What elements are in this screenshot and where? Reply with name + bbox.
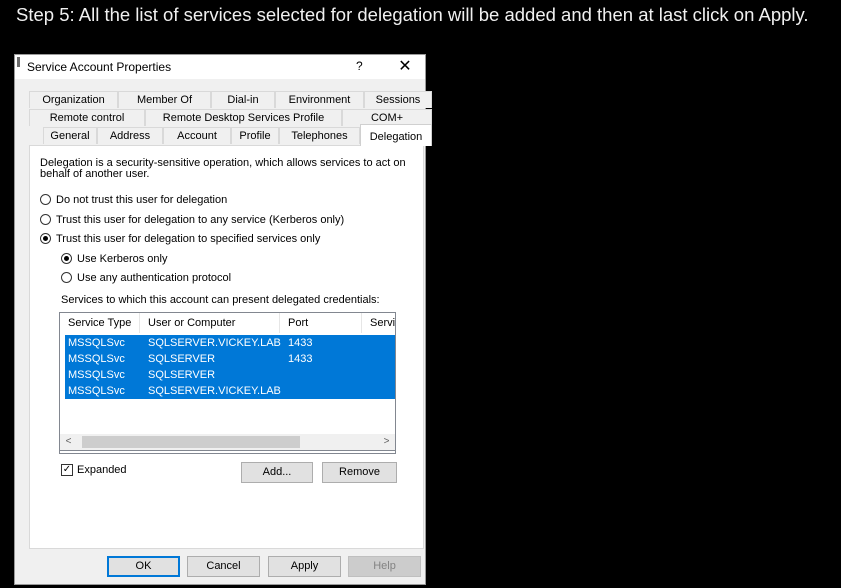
expanded-checkbox-row[interactable]: ✓ Expanded [61, 464, 127, 476]
radio-use-kerberos-only[interactable]: Use Kerberos only [61, 251, 168, 266]
scroll-left-icon[interactable]: < [60, 434, 77, 450]
cell-port: 1433 [288, 337, 313, 349]
column-header-service[interactable]: Servic [362, 313, 395, 333]
services-list[interactable]: Service Type User or Computer Port Servi… [59, 312, 396, 454]
radio-trust-specified-services[interactable]: Trust this user for delegation to specif… [40, 231, 320, 246]
expanded-checkbox[interactable]: ✓ [61, 464, 73, 476]
help-button[interactable]: Help [348, 556, 421, 577]
expanded-label: Expanded [77, 464, 127, 476]
step-caption: Step 5: All the list of services selecte… [16, 4, 809, 25]
tab-row-3: General Address Account Profile Telephon… [29, 124, 432, 146]
window-icon [17, 57, 20, 67]
column-header-port[interactable]: Port [280, 313, 362, 333]
tab-member-of[interactable]: Member Of [118, 91, 211, 108]
tab-sessions[interactable]: Sessions [364, 91, 432, 108]
tab-account[interactable]: Account [163, 127, 231, 144]
services-label: Services to which this account can prese… [61, 294, 380, 306]
column-header-service-type[interactable]: Service Type [60, 313, 140, 333]
scrollbar-thumb[interactable] [82, 436, 300, 448]
tab-address[interactable]: Address [97, 127, 163, 144]
radio-button-selected[interactable] [61, 253, 72, 264]
radio-button[interactable] [40, 194, 51, 205]
tab-remote-control[interactable]: Remote control [29, 109, 145, 126]
delegation-description: Delegation is a security-sensitive opera… [40, 157, 406, 180]
radio-do-not-trust[interactable]: Do not trust this user for delegation [40, 192, 227, 207]
cell-user-or-computer: SQLSERVER.VICKEY.LAB [148, 337, 281, 349]
radio-label: Do not trust this user for delegation [56, 193, 228, 206]
ok-button[interactable]: OK [107, 556, 180, 577]
cell-port: 1433 [288, 353, 313, 365]
tab-environment[interactable]: Environment [275, 91, 364, 108]
column-header-user-or-computer[interactable]: User or Computer [140, 313, 280, 333]
radio-button-selected[interactable] [40, 233, 51, 244]
tab-general[interactable]: General [43, 127, 97, 144]
radio-button[interactable] [61, 272, 72, 283]
radio-label: Trust this user for delegation to specif… [56, 232, 321, 245]
table-row[interactable]: MSSQLSvc SQLSERVER [65, 367, 395, 383]
radio-label: Trust this user for delegation to any se… [56, 213, 345, 226]
cell-service-type: MSSQLSvc [68, 353, 125, 365]
radio-button[interactable] [40, 214, 51, 225]
radio-label: Use Kerberos only [77, 252, 168, 265]
cell-user-or-computer: SQLSERVER [148, 353, 216, 365]
cancel-button[interactable]: Cancel [187, 556, 260, 577]
table-row[interactable]: MSSQLSvc SQLSERVER.VICKEY.LAB [65, 383, 395, 399]
horizontal-scrollbar[interactable]: < > [59, 434, 396, 451]
tab-dial-in[interactable]: Dial-in [211, 91, 275, 108]
tab-remote-desktop-services-profile[interactable]: Remote Desktop Services Profile [145, 109, 342, 126]
close-icon[interactable]: ✕ [395, 56, 415, 76]
cell-user-or-computer: SQLSERVER.VICKEY.LAB [148, 385, 281, 397]
tab-profile[interactable]: Profile [231, 127, 279, 144]
tab-row-1: Organization Member Of Dial-in Environme… [29, 91, 432, 108]
tab-organization[interactable]: Organization [29, 91, 118, 108]
tab-delegation[interactable]: Delegation [360, 124, 432, 146]
dialog-title: Service Account Properties [27, 60, 172, 74]
table-row[interactable]: MSSQLSvc SQLSERVER.VICKEY.LAB 1433 [65, 335, 395, 351]
service-account-properties-dialog: Service Account Properties ? ✕ Organizat… [14, 54, 432, 585]
cell-user-or-computer: SQLSERVER [148, 369, 216, 381]
scroll-right-icon[interactable]: > [378, 434, 395, 450]
tab-telephones[interactable]: Telephones [279, 127, 360, 144]
help-icon[interactable]: ? [356, 59, 363, 73]
add-button[interactable]: Add... [241, 462, 313, 483]
cell-service-type: MSSQLSvc [68, 369, 125, 381]
apply-button[interactable]: Apply [268, 556, 341, 577]
cell-service-type: MSSQLSvc [68, 385, 125, 397]
table-row[interactable]: MSSQLSvc SQLSERVER 1433 [65, 351, 395, 367]
radio-label: Use any authentication protocol [77, 271, 232, 284]
radio-use-any-protocol[interactable]: Use any authentication protocol [61, 270, 231, 285]
remove-button[interactable]: Remove [322, 462, 397, 483]
cell-service-type: MSSQLSvc [68, 337, 125, 349]
list-header: Service Type User or Computer Port Servi… [60, 313, 395, 333]
radio-trust-any-service[interactable]: Trust this user for delegation to any se… [40, 212, 344, 227]
title-bar: Service Account Properties ? ✕ [15, 55, 425, 79]
